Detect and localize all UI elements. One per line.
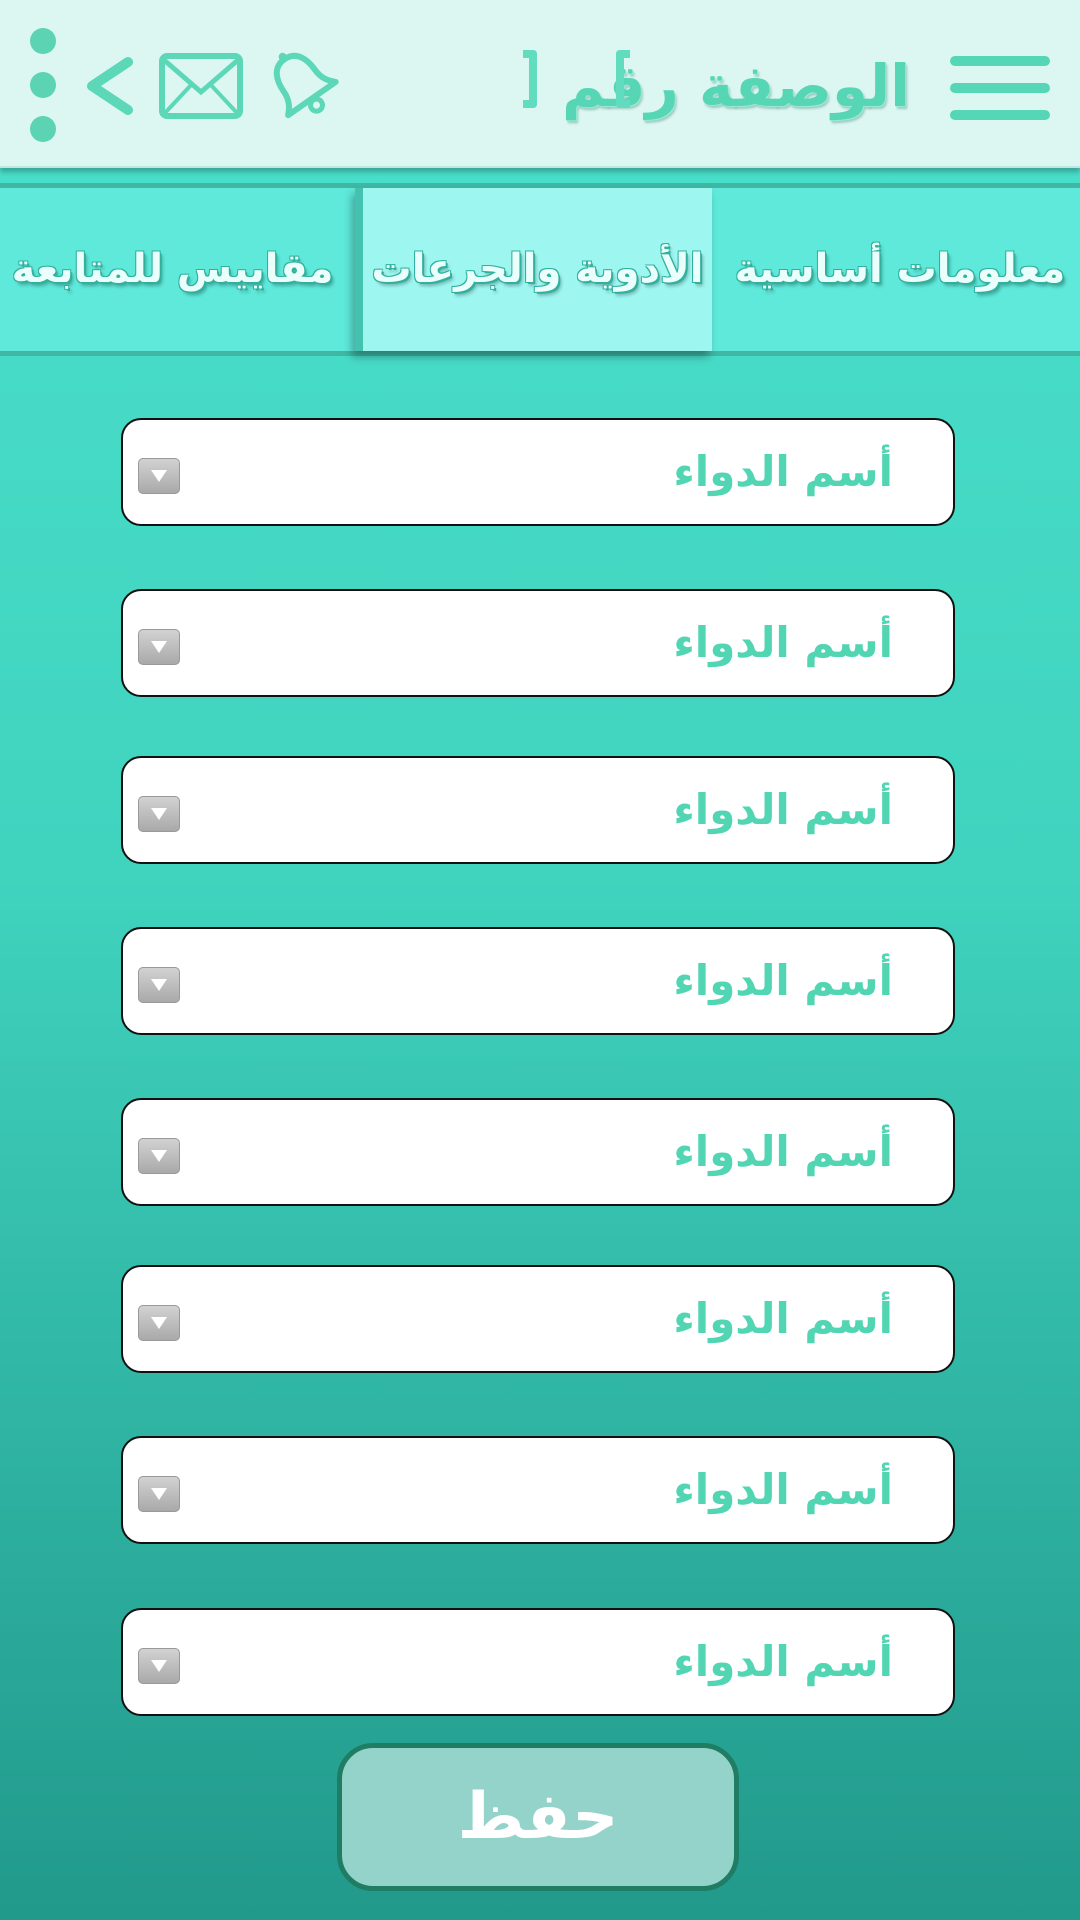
dropdown-arrow-icon[interactable]	[138, 1138, 180, 1174]
medication-select-1[interactable]: أسم الدواء	[121, 418, 955, 526]
medication-select-placeholder: أسم الدواء	[673, 1127, 893, 1176]
more-options-icon[interactable]	[26, 28, 60, 144]
menu-icon[interactable]	[950, 56, 1050, 120]
tab-bar: معلومات أساسية الأدوية والجرعات مقاييس ل…	[0, 183, 1080, 356]
medication-select-8[interactable]: أسم الدواء	[121, 1608, 955, 1716]
back-icon[interactable]	[84, 56, 136, 116]
dropdown-arrow-icon[interactable]	[138, 1305, 180, 1341]
medication-select-placeholder: أسم الدواء	[673, 447, 893, 496]
dropdown-arrow-icon[interactable]	[138, 458, 180, 494]
bell-icon[interactable]	[262, 44, 340, 122]
title-bracket-open	[616, 50, 630, 108]
medication-select-placeholder: أسم الدواء	[673, 1294, 893, 1343]
title-bracket-close	[523, 50, 537, 108]
dropdown-arrow-icon[interactable]	[138, 1648, 180, 1684]
medication-select-placeholder: أسم الدواء	[673, 1637, 893, 1686]
medication-select-7[interactable]: أسم الدواء	[121, 1436, 955, 1544]
save-button[interactable]: حفظ	[337, 1743, 739, 1891]
medication-select-5[interactable]: أسم الدواء	[121, 1098, 955, 1206]
prescription-number	[540, 50, 615, 110]
mail-icon[interactable]	[158, 52, 244, 120]
medication-select-placeholder: أسم الدواء	[673, 956, 893, 1005]
medication-select-placeholder: أسم الدواء	[673, 618, 893, 667]
tab-follow-up-measures[interactable]: مقاييس للمتابعة	[0, 188, 345, 351]
dropdown-arrow-icon[interactable]	[138, 629, 180, 665]
page-title: الوصفة رقم	[561, 52, 910, 120]
medication-select-placeholder: أسم الدواء	[673, 785, 893, 834]
medication-select-3[interactable]: أسم الدواء	[121, 756, 955, 864]
dropdown-arrow-icon[interactable]	[138, 1476, 180, 1512]
medication-select-placeholder: أسم الدواء	[673, 1465, 893, 1514]
app-bar: الوصفة رقم	[0, 0, 1080, 168]
dropdown-arrow-icon[interactable]	[138, 967, 180, 1003]
medication-select-6[interactable]: أسم الدواء	[121, 1265, 955, 1373]
dropdown-arrow-icon[interactable]	[138, 796, 180, 832]
medication-select-2[interactable]: أسم الدواء	[121, 589, 955, 697]
medication-select-4[interactable]: أسم الدواء	[121, 927, 955, 1035]
tab-basic-info[interactable]: معلومات أساسية	[720, 188, 1080, 351]
tab-medications-doses[interactable]: الأدوية والجرعات	[355, 188, 712, 351]
